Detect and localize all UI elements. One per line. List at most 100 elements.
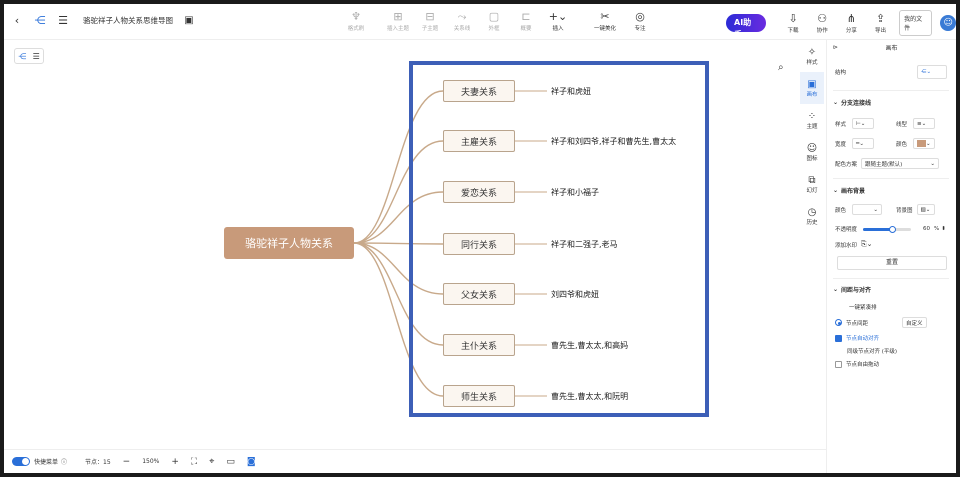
history-icon: ◷ (807, 206, 817, 218)
quick-menu-label: 快捷菜单 (34, 459, 59, 466)
robot-icon[interactable]: ◙ (247, 457, 256, 467)
tab-icons[interactable]: ☺ 图标 (800, 136, 824, 168)
chevron-down-icon[interactable]: ⌄ (833, 99, 838, 106)
bg-image-label: 背景图 (896, 207, 913, 214)
collapse-panel-icon[interactable]: ⊳ (833, 44, 838, 51)
branch-topic-couple[interactable]: 夫妻关系 (443, 80, 515, 102)
zoom-in-icon[interactable]: + (171, 457, 179, 467)
collaborate-button[interactable]: ⚇ 协作 (808, 12, 837, 34)
tab-theme[interactable]: ⁘ 主题 (800, 104, 824, 136)
bottom-status-bar: 快捷菜单 ⓘ 节点：15 − 150% + ⛶ ⌖ ▭ ◙ (4, 449, 826, 473)
opacity-slider[interactable] (863, 225, 912, 233)
tab-history[interactable]: ◷ 历史 (800, 200, 824, 232)
insert-topic-button[interactable]: ⊞ 插入主题 (382, 10, 414, 32)
mindmap-canvas[interactable]: ⋲ ☰ ⌕ 骆驼祥子人物关系 夫妻关系 主雇关系 爱恋关系 同行关系 父女关系 … (4, 40, 800, 449)
branch-topic-peer[interactable]: 同行关系 (443, 233, 515, 255)
insert-topic-icon: ⊞ (393, 10, 403, 23)
branch-topic-love[interactable]: 爱恋关系 (443, 181, 515, 203)
zoom-out-icon[interactable]: − (123, 457, 131, 467)
quick-menu-toggle[interactable] (12, 457, 30, 466)
minimap-icon[interactable]: ▭ (226, 457, 235, 467)
line-type-select[interactable]: ≡⌄ (913, 118, 936, 129)
outline-frame-button[interactable]: ▢ 外框 (478, 10, 510, 32)
leaf-topic[interactable]: 曹先生,曹太太,和高妈 (551, 340, 628, 351)
line-style-select[interactable]: ⊢⌄ (852, 118, 875, 129)
line-color-select[interactable]: ⌄ (913, 138, 936, 149)
summary-button[interactable]: ⊏ 概要 (510, 10, 542, 32)
help-icon[interactable]: ⓘ (61, 457, 67, 466)
focus-icon: ◎ (635, 10, 645, 23)
theme-icon: ⁘ (807, 110, 817, 122)
stepper-icon[interactable]: ⬍ (941, 226, 946, 232)
branch-topic-teacher-student[interactable]: 师生关系 (443, 385, 515, 407)
branch-topic-father-daughter[interactable]: 父女关系 (443, 283, 515, 305)
my-files-button[interactable]: 我的文件 (899, 10, 933, 36)
avatar[interactable]: ☺ (940, 15, 956, 31)
tab-slides[interactable]: ⧉ 幻灯 (800, 168, 824, 200)
chevron-down-icon[interactable]: ⌄ (833, 286, 838, 293)
download-button[interactable]: ⇩ 下载 (778, 12, 807, 34)
relation-line-button[interactable]: ⤳ 关系线 (446, 10, 478, 32)
emoji-icon: ☺ (806, 142, 818, 154)
node-spacing-label: 节点间距 (846, 320, 869, 327)
color-scheme-label: 配色方案 (835, 161, 858, 168)
share-icon: ⋔ (846, 12, 856, 25)
opacity-value[interactable]: 60 (923, 226, 930, 232)
chevron-down-icon[interactable]: ⌄ (833, 187, 838, 194)
branch-topic-master-servant[interactable]: 主仆关系 (443, 334, 515, 356)
bg-color-select[interactable]: ⌄ (852, 204, 883, 215)
tab-style[interactable]: ✧ 样式 (800, 40, 824, 72)
color-scheme-select[interactable]: 跟随主题(默认) ⌄ (861, 158, 940, 169)
width-label: 宽度 (835, 141, 847, 148)
reset-button[interactable]: 重置 (837, 256, 947, 270)
format-brush-button[interactable]: ♆ 格式刷 (340, 10, 372, 32)
bg-image-select[interactable]: ▨⌄ (916, 204, 935, 215)
mindmap-logo-icon[interactable]: ⋲ (33, 13, 47, 27)
free-drag-checkbox[interactable] (835, 360, 842, 368)
beautify-button[interactable]: ✂ 一键美化 (586, 10, 624, 32)
ai-assistant-button[interactable]: AI助手 (726, 14, 767, 39)
top-toolbar: ‹ ⋲ ☰ 骆驼祥子人物关系思维导图 ▣ ♆ 格式刷 ⊞ 插入主题 ⊟ 子主题 ⤳ 关系… (4, 4, 956, 40)
focus-button[interactable]: ◎ 专注 (624, 10, 656, 32)
leaf-topic[interactable]: 祥子和刘四爷,祥子和曹先生,曹太太 (551, 136, 676, 147)
leaf-topic[interactable]: 曹先生,曹太太,和阮明 (551, 391, 628, 402)
fit-screen-icon[interactable]: ⛶ (191, 457, 197, 467)
style-icon: ✧ (807, 46, 817, 58)
back-arrow-icon[interactable]: ‹ (10, 13, 24, 27)
auto-align-label: 节点自动对齐 (846, 336, 880, 342)
insert-button[interactable]: +⌄ 插入 (542, 10, 574, 32)
share-button[interactable]: ⋔ 分享 (837, 12, 866, 34)
spacing-section-title: 间距与对齐 (841, 287, 872, 294)
edit-tools: ♆ 格式刷 ⊞ 插入主题 ⊟ 子主题 ⤳ 关系线 ▢ 外框 ⊏ 概要 +⌄ 插入 ✂ 一键美化 … (340, 10, 656, 32)
relation-line-icon: ⤳ (457, 10, 467, 23)
export-button[interactable]: ⇪ 导出 (866, 12, 895, 34)
leaf-topic[interactable]: 祥子和二强子,老马 (551, 239, 618, 250)
auto-align-checkbox[interactable] (835, 334, 842, 342)
right-icon-bar: ✧ 样式 ▣ 画布 ⁘ 主题 ☺ 图标 ⧉ 幻灯 ◷ 历史 (800, 40, 824, 240)
custom-spacing-button[interactable]: 自定义 (902, 317, 927, 328)
leaf-topic[interactable]: 祥子和虎妞 (551, 86, 591, 97)
zoom-level[interactable]: 150% (142, 458, 159, 465)
opacity-unit: % (934, 226, 940, 232)
chevron-down-icon: ⌄ (930, 160, 936, 167)
structure-select[interactable]: ⋲⌄ (917, 65, 947, 79)
subtopic-button[interactable]: ⊟ 子主题 (414, 10, 446, 32)
slides-icon: ⧉ (808, 174, 816, 186)
leaf-topic[interactable]: 祥子和小福子 (551, 187, 599, 198)
same-level-align-label[interactable]: 同级节点对齐 (平级) (847, 347, 897, 355)
root-topic[interactable]: 骆驼祥子人物关系 (224, 227, 354, 259)
document-title[interactable]: 骆驼祥子人物关系思维导图 (83, 15, 173, 26)
leaf-topic[interactable]: 刘四爷和虎妞 (551, 289, 599, 300)
node-spacing-radio[interactable] (835, 319, 842, 326)
export-icon: ⇪ (875, 12, 886, 25)
tab-canvas[interactable]: ▣ 画布 (800, 72, 824, 104)
auto-compact-option[interactable]: 一键紧凑排 (849, 303, 877, 311)
locate-icon[interactable]: ⌖ (209, 457, 214, 467)
canvas-settings-panel: ⊳ 画布 结构 ⋲⌄ ⌄ 分支连接线 样式 ⊢⌄ 线型 ≡⌄ 宽度 ═⌄ 颜色 ⌄… (826, 40, 956, 473)
download-icon: ⇩ (788, 12, 798, 25)
width-select[interactable]: ═⌄ (852, 138, 875, 149)
save-icon[interactable]: ▣ (182, 13, 196, 27)
watermark-icon[interactable]: ⎘⌄ (861, 240, 872, 249)
menu-icon[interactable]: ☰ (56, 13, 70, 27)
branch-topic-employer[interactable]: 主雇关系 (443, 130, 515, 152)
